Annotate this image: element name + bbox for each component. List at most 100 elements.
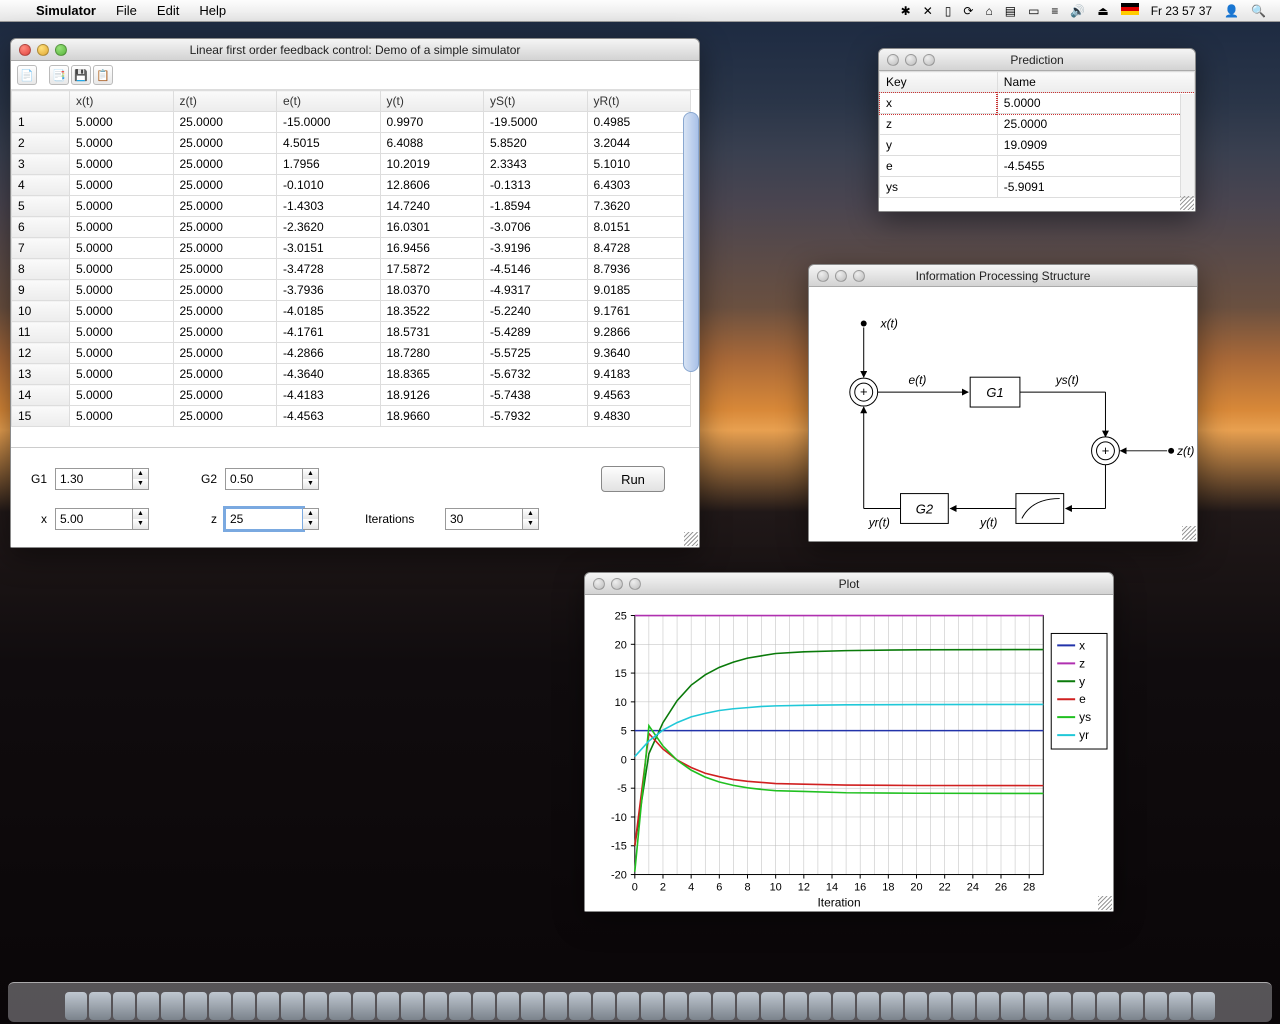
dock-item[interactable] [305, 992, 327, 1020]
minimize-icon[interactable] [37, 44, 49, 56]
dock-item[interactable] [401, 992, 423, 1020]
table-row[interactable]: 55.000025.0000-1.430314.7240-1.85947.362… [12, 196, 691, 217]
table-row[interactable]: 25.000025.00004.50156.40885.85203.2044 [12, 133, 691, 154]
table-row[interactable]: 65.000025.0000-2.362016.0301-3.07068.015… [12, 217, 691, 238]
resize-handle[interactable] [1098, 896, 1112, 910]
close-icon[interactable] [817, 270, 829, 282]
dock-item[interactable] [497, 992, 519, 1020]
resize-handle[interactable] [1182, 526, 1196, 540]
dock-item[interactable] [281, 992, 303, 1020]
export-icon[interactable]: 📋 [93, 65, 113, 85]
clock[interactable]: Fr 23 57 37 [1145, 4, 1218, 18]
status-icon[interactable]: ✕ [917, 4, 939, 18]
table-row[interactable]: 125.000025.0000-4.286618.7280-5.57259.36… [12, 343, 691, 364]
dock-item[interactable] [65, 992, 87, 1020]
dock-item[interactable] [89, 992, 111, 1020]
dock-item[interactable] [1049, 992, 1071, 1020]
g1-input[interactable] [55, 468, 133, 490]
new-doc-icon[interactable]: 📄 [17, 65, 37, 85]
dock-item[interactable] [1169, 992, 1191, 1020]
table-row[interactable]: z25.0000 [880, 114, 1195, 135]
zoom-icon[interactable] [55, 44, 67, 56]
stepper-icon[interactable]: ▲▼ [133, 468, 149, 490]
prediction-table[interactable]: KeyNamex5.0000z25.0000y19.0909e-4.5455ys… [879, 71, 1195, 198]
dock-item[interactable] [377, 992, 399, 1020]
status-icon[interactable]: ⟳ [957, 4, 979, 18]
menu-help[interactable]: Help [189, 3, 236, 18]
zoom-icon[interactable] [629, 578, 641, 590]
dock-item[interactable] [761, 992, 783, 1020]
table-row[interactable]: y19.0909 [880, 135, 1195, 156]
dock-item[interactable] [785, 992, 807, 1020]
dock-item[interactable] [1193, 992, 1215, 1020]
dock-item[interactable] [593, 992, 615, 1020]
flag-icon[interactable] [1115, 3, 1145, 18]
status-icon[interactable]: ▤ [999, 4, 1022, 18]
table-row[interactable]: 115.000025.0000-4.176118.5731-5.42899.28… [12, 322, 691, 343]
dock-item[interactable] [809, 992, 831, 1020]
spotlight-icon[interactable]: 🔍 [1245, 4, 1272, 18]
table-row[interactable]: 85.000025.0000-3.472817.5872-4.51468.793… [12, 259, 691, 280]
dock-item[interactable] [641, 992, 663, 1020]
table-row[interactable]: 155.000025.0000-4.456318.9660-5.79329.48… [12, 406, 691, 427]
column-header[interactable]: x(t) [70, 91, 174, 112]
dock-item[interactable] [857, 992, 879, 1020]
save-icon[interactable]: 💾 [71, 65, 91, 85]
scrollbar[interactable] [683, 112, 699, 372]
column-header[interactable]: Name [997, 72, 1194, 93]
dock-item[interactable] [1001, 992, 1023, 1020]
dock-item[interactable] [137, 992, 159, 1020]
table-row[interactable]: ys-5.9091 [880, 177, 1195, 198]
dock-item[interactable] [161, 992, 183, 1020]
dock-item[interactable] [665, 992, 687, 1020]
table-row[interactable]: 45.000025.0000-0.101012.8606-0.13136.430… [12, 175, 691, 196]
column-header[interactable]: z(t) [173, 91, 277, 112]
table-row[interactable]: 135.000025.0000-4.364018.8365-5.67329.41… [12, 364, 691, 385]
table-row[interactable]: x5.0000 [880, 93, 1195, 114]
table-row[interactable]: e-4.5455 [880, 156, 1195, 177]
dock-item[interactable] [1073, 992, 1095, 1020]
status-icon[interactable]: ⌂ [979, 4, 998, 18]
dock-item[interactable] [737, 992, 759, 1020]
dock-item[interactable] [617, 992, 639, 1020]
stepper-icon[interactable]: ▲▼ [133, 508, 149, 530]
column-header[interactable]: e(t) [277, 91, 381, 112]
titlebar[interactable]: Linear first order feedback control: Dem… [11, 39, 699, 61]
table-row[interactable]: 15.000025.0000-15.00000.9970-19.50000.49… [12, 112, 691, 133]
eject-icon[interactable]: ⏏ [1091, 4, 1114, 18]
dock-item[interactable] [521, 992, 543, 1020]
x-input[interactable] [55, 508, 133, 530]
column-header[interactable]: yS(t) [484, 91, 588, 112]
dock-item[interactable] [545, 992, 567, 1020]
close-icon[interactable] [593, 578, 605, 590]
iterations-input[interactable] [445, 508, 523, 530]
resize-handle[interactable] [1180, 196, 1194, 210]
minimize-icon[interactable] [611, 578, 623, 590]
status-icon[interactable]: ▭ [1022, 4, 1045, 18]
copy-icon[interactable]: 📑 [49, 65, 69, 85]
titlebar[interactable]: Prediction [879, 49, 1195, 71]
menu-edit[interactable]: Edit [147, 3, 189, 18]
close-icon[interactable] [19, 44, 31, 56]
dock-item[interactable] [233, 992, 255, 1020]
stepper-icon[interactable]: ▲▼ [303, 508, 319, 530]
dock-item[interactable] [1097, 992, 1119, 1020]
titlebar[interactable]: Plot [585, 573, 1113, 595]
resize-handle[interactable] [684, 532, 698, 546]
run-button[interactable]: Run [601, 466, 665, 492]
menubar[interactable]: Simulator File Edit Help ✱ ✕ ▯ ⟳ ⌂ ▤ ▭ ≡… [0, 0, 1280, 22]
stepper-icon[interactable]: ▲▼ [523, 508, 539, 530]
column-header[interactable] [12, 91, 70, 112]
dock-item[interactable] [977, 992, 999, 1020]
dock-item[interactable] [425, 992, 447, 1020]
dock[interactable]: document.write(Array.from({length:48}).m… [8, 982, 1272, 1022]
dock-item[interactable] [329, 992, 351, 1020]
dock-item[interactable] [257, 992, 279, 1020]
dock-item[interactable] [1121, 992, 1143, 1020]
dock-item[interactable] [569, 992, 591, 1020]
status-icon[interactable]: ✱ [895, 4, 917, 18]
close-icon[interactable] [887, 54, 899, 66]
table-row[interactable]: 95.000025.0000-3.793618.0370-4.93179.018… [12, 280, 691, 301]
data-table[interactable]: x(t)z(t)e(t)y(t)yS(t)yR(t) 15.000025.000… [11, 90, 691, 427]
table-row[interactable]: 75.000025.0000-3.015116.9456-3.91968.472… [12, 238, 691, 259]
